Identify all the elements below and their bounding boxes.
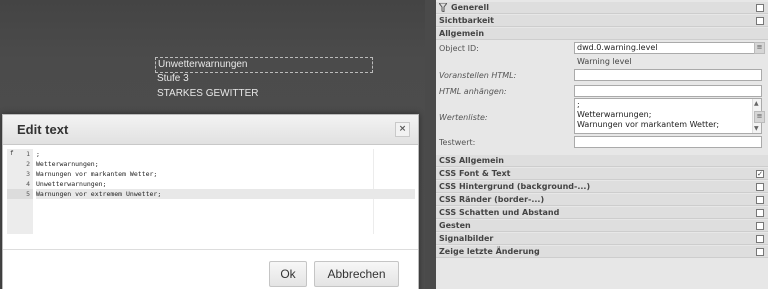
anhaengen-label: HTML anhängen: [439,87,507,96]
css-hintergrund-checkbox[interactable] [756,183,764,191]
group-label: Signalbilder [439,234,494,243]
textarea-line: ; [577,100,580,109]
object-id-input[interactable]: dwd.0.warning.level [574,42,762,54]
group-css-raender[interactable]: CSS Ränder (border-...) [436,194,768,206]
group-css-schatten[interactable]: CSS Schatten und Abstand [436,207,768,219]
close-icon[interactable]: × [395,122,410,137]
wertenliste-edit-button[interactable]: ≡ [754,111,765,123]
code-line[interactable]: Warnungen vor markantem Wetter; [36,169,415,179]
code-line[interactable]: ; [36,149,415,159]
zeige-letzte-aenderung-checkbox[interactable] [756,248,764,256]
filter-icon [439,3,447,12]
group-gesten[interactable]: Gesten [436,220,768,232]
cancel-button[interactable]: Abbrechen [314,261,399,287]
group-label: CSS Allgemein [439,156,504,165]
group-label: CSS Font & Text [439,169,511,178]
dialog-divider [3,249,418,250]
scroll-down-icon[interactable]: ▼ [754,124,759,133]
code-editor[interactable]: 1 2 3 4 5 f ; Wetterwarnungen; Warnungen… [7,149,415,234]
group-label: Allgemein [439,29,485,38]
dialog-title: Edit text [17,122,69,137]
group-sichtbarkeit[interactable]: Sichtbarkeit [436,15,768,27]
testwert-input[interactable] [574,136,762,148]
textarea-line: Wetterwarnungen; [577,110,652,119]
line-number: 2 [26,160,30,168]
group-label: Sichtbarkeit [439,16,494,25]
group-allgemein[interactable]: Allgemein [436,28,768,40]
group-signalbilder[interactable]: Signalbilder [436,233,768,245]
dialog-header[interactable]: Edit text × [3,115,418,145]
group-css-font-text[interactable]: CSS Font & Text ✓ [436,168,768,180]
code-lines[interactable]: ; Wetterwarnungen; Warnungen vor markant… [36,149,415,199]
widget-unwetterwarnungen[interactable]: Unwetterwarnungen [155,57,373,73]
testwert-label: Testwert: [439,138,476,147]
properties-panel: Generell Sichtbarkeit Allgemein Object I… [425,0,768,289]
object-id-hint: Warning level [577,57,632,66]
voranstellen-input[interactable] [574,69,762,81]
css-raender-checkbox[interactable] [756,196,764,204]
generell-checkbox[interactable] [756,4,764,12]
group-label: CSS Schatten und Abstand [439,208,560,217]
textarea-line: Warnungen vor markantem Wetter; [577,120,720,129]
css-schatten-checkbox[interactable] [756,209,764,217]
gesten-checkbox[interactable] [756,222,764,230]
code-line[interactable]: Unwetterwarnungen; [36,179,415,189]
wertenliste-textarea[interactable]: ; Wetterwarnungen; Warnungen vor markant… [574,98,762,134]
group-label: Zeige letzte Änderung [439,247,540,256]
ok-button[interactable]: Ok [269,261,307,287]
group-label: CSS Hintergrund (background-...) [439,182,591,191]
anhaengen-input[interactable] [574,85,762,97]
scroll-up-icon[interactable]: ▲ [754,99,759,109]
line-number: 3 [26,170,30,178]
code-line[interactable]: Wetterwarnungen; [36,159,415,169]
fold-marker-icon[interactable]: f [10,149,14,159]
object-id-label: Object ID: [439,44,479,53]
widget-starkes-gewitter[interactable]: STARKES GEWITTER [157,88,259,99]
sichtbarkeit-checkbox[interactable] [756,17,764,25]
css-font-text-checkbox[interactable]: ✓ [756,170,764,178]
line-number-gutter: 1 2 3 4 5 f [7,149,33,234]
group-label: Gesten [439,221,471,230]
object-id-select-button[interactable]: ≡ [754,42,765,54]
line-number: 5 [7,189,33,199]
group-label: CSS Ränder (border-...) [439,195,545,204]
signalbilder-checkbox[interactable] [756,235,764,243]
edit-text-dialog: Edit text × 1 2 3 4 5 f ; Wetterwarnunge… [2,114,419,289]
group-label: Generell [451,3,489,12]
code-line-active[interactable]: Warnungen vor extremem Unwetter; [36,189,415,199]
group-generell[interactable]: Generell [436,2,768,14]
voranstellen-label: Voranstellen HTML: [439,71,517,80]
group-css-hintergrund[interactable]: CSS Hintergrund (background-...) [436,181,768,193]
group-zeige-letzte-aenderung[interactable]: Zeige letzte Änderung [436,246,768,258]
group-css-allgemein[interactable]: CSS Allgemein [436,155,768,167]
widget-stufe[interactable]: Stufe 3 [157,73,189,84]
line-number: 4 [26,180,30,188]
wertenliste-label: Wertenliste: [439,113,488,122]
